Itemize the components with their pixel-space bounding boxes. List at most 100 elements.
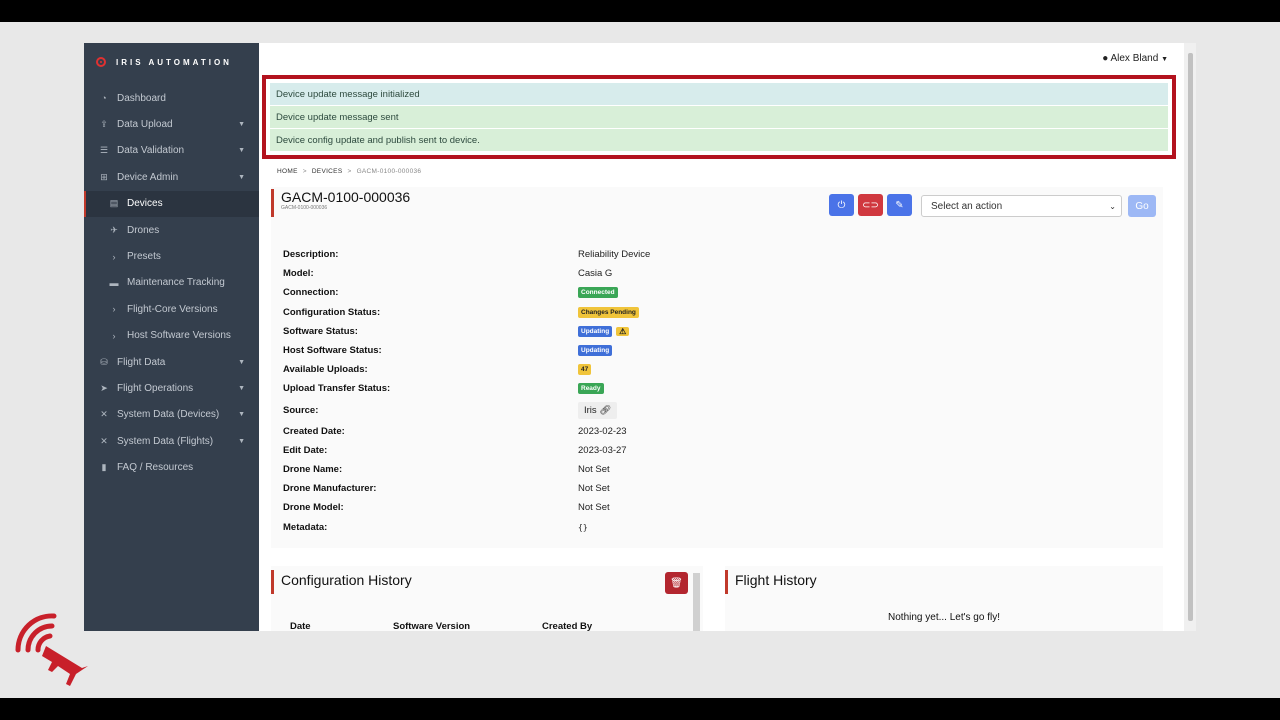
tools-icon: ✕ <box>100 409 108 420</box>
sidebar-item-host-software-versions[interactable]: › Host Software Versions <box>84 323 259 349</box>
edit-button[interactable]: ✎ <box>887 194 912 216</box>
available-uploads-badge: 47 <box>578 364 592 376</box>
sidebar-item-dashboard[interactable]: ◔ Dashboard <box>84 85 259 111</box>
property-label: Connection: <box>283 287 339 299</box>
sidebar-item-faq-resources[interactable]: ▮ FAQ / Resources <box>84 454 259 480</box>
sidebar-item-flight-data[interactable]: ⛁ Flight Data ▼ <box>84 349 259 375</box>
sidebar-item-system-data-flights[interactable]: ✕ System Data (Flights) ▼ <box>84 428 259 454</box>
link-icon: 🔗︎ <box>599 404 612 416</box>
warning-icon[interactable]: ⚠ <box>616 326 630 336</box>
sidebar: IRIS AUTOMATION ◔ Dashboard ⇪ Data Upload ▼… <box>84 43 259 631</box>
property-label: Model: <box>283 268 314 280</box>
go-button[interactable]: Go <box>1128 195 1156 217</box>
column-header-date[interactable]: Date <box>290 621 311 631</box>
main-content: ● Alex Bland ▼ Device update message ini… <box>259 43 1184 631</box>
source-link[interactable]: Iris 🔗︎ <box>578 401 618 419</box>
property-label: Description: <box>283 249 339 261</box>
flight-history-card: Flight History Nothing yet... Let's go f… <box>725 566 1163 631</box>
column-header-created-by[interactable]: Created By <box>542 621 592 631</box>
sidebar-item-label: Dashboard <box>117 92 166 104</box>
metadata-value: {} <box>578 522 588 532</box>
property-row: Drone Manufacturer: Not Set <box>283 479 1143 498</box>
column-header-software-version[interactable]: Software Version <box>393 621 470 631</box>
video-letterbox-top <box>0 0 1280 22</box>
caret-down-icon: ▼ <box>238 358 245 366</box>
caret-down-icon: ▼ <box>238 411 245 419</box>
property-label: Available Uploads: <box>283 364 368 376</box>
database-icon: ⛁ <box>100 356 108 367</box>
property-label: Software Status: <box>283 325 358 337</box>
config-history-scrollbar[interactable] <box>693 573 700 631</box>
sidebar-item-data-validation[interactable]: ☰ Data Validation ▼ <box>84 138 259 164</box>
toggle-button[interactable]: ⊂⊃ <box>858 194 883 216</box>
sidebar-item-devices[interactable]: ▤ Devices <box>84 190 259 218</box>
property-label: Configuration Status: <box>283 306 381 318</box>
sidebar-item-label: Data Validation <box>117 145 185 157</box>
user-circle-icon: ● <box>1102 53 1109 64</box>
sidebar-item-label: FAQ / Resources <box>117 462 194 474</box>
scrollbar-thumb[interactable] <box>1188 53 1193 621</box>
host-software-status-badge: Updating <box>578 345 613 357</box>
sidebar-item-maintenance-tracking[interactable]: ▬ Maintenance Tracking <box>84 270 259 296</box>
breadcrumb-home[interactable]: HOME <box>277 168 298 175</box>
property-label: Drone Manufacturer: <box>283 483 377 495</box>
sidebar-item-flight-core-versions[interactable]: › Flight-Core Versions <box>84 296 259 322</box>
sidebar-item-system-data-devices[interactable]: ✕ System Data (Devices) ▼ <box>84 402 259 428</box>
user-menu[interactable]: ● Alex Bland ▼ <box>1102 53 1168 64</box>
power-icon: ⏻ <box>837 199 846 211</box>
sidebar-item-data-upload[interactable]: ⇪ Data Upload ▼ <box>84 111 259 137</box>
sidebar-item-label: Flight-Core Versions <box>127 303 218 315</box>
property-label: Source: <box>283 404 319 416</box>
delete-button[interactable]: 🗑︎ <box>665 572 688 594</box>
sidebar-item-label: Presets <box>127 251 161 263</box>
property-label: Metadata: <box>283 521 328 533</box>
trash-icon: 🗑︎ <box>670 577 683 589</box>
property-row: Drone Model: Not Set <box>283 498 1143 517</box>
caret-down-icon: ▼ <box>238 384 245 392</box>
sidebar-item-presets[interactable]: › Presets <box>84 243 259 269</box>
breadcrumb-devices[interactable]: DEVICES <box>312 168 343 175</box>
alerts-panel: Device update message initialized Device… <box>262 75 1176 159</box>
drone-model-value: Not Set <box>578 502 610 514</box>
property-row: Host Software Status: Updating <box>283 341 1143 360</box>
page-title: GACM-0100-000036 <box>281 189 411 205</box>
sidebar-item-label: Host Software Versions <box>127 330 231 342</box>
created-date-value: 2023-02-23 <box>578 425 627 437</box>
chevron-right-icon: › <box>112 251 116 262</box>
sidebar-item-drones[interactable]: ✈ Drones <box>84 217 259 243</box>
property-row: Created Date: 2023-02-23 <box>283 422 1143 441</box>
property-label: Upload Transfer Status: <box>283 383 391 395</box>
property-label: Drone Model: <box>283 502 344 514</box>
sidebar-nav: ◔ Dashboard ⇪ Data Upload ▼ ☰ Data Validatio… <box>84 85 259 481</box>
action-select-value: Select an action <box>931 200 1003 212</box>
sidebar-item-label: Device Admin <box>117 171 179 183</box>
page-scrollbar[interactable] <box>1184 43 1196 631</box>
property-row: Model: Casia G <box>283 264 1143 283</box>
software-status-badge: Updating <box>578 325 613 337</box>
property-label: Drone Name: <box>283 463 343 475</box>
breadcrumb-current: GACM-0100-000036 <box>356 168 422 175</box>
sidebar-item-label: System Data (Flights) <box>117 435 214 447</box>
user-name: Alex Bland <box>1110 53 1159 64</box>
action-select[interactable]: Select an action ⌄ <box>921 195 1122 217</box>
wrench-icon: ▬ <box>109 277 119 288</box>
brand[interactable]: IRIS AUTOMATION <box>84 43 259 81</box>
property-row: Metadata: {} <box>283 517 1143 536</box>
device-header: GACM-0100-000036 GACM-0100-000036 <box>271 189 410 217</box>
sidebar-item-device-admin[interactable]: ⊞ Device Admin ▼ <box>84 164 259 190</box>
configuration-status-badge: Changes Pending <box>578 306 639 318</box>
sidebar-item-label: Flight Data <box>117 356 166 368</box>
sidebar-item-label: Flight Operations <box>117 382 194 394</box>
breadcrumb: HOME > DEVICES > GACM-0100-000036 <box>277 168 422 175</box>
property-row: Configuration Status: Changes Pending <box>283 303 1143 322</box>
model-value: Casia G <box>578 268 613 280</box>
property-row: Drone Name: Not Set <box>283 460 1143 479</box>
property-row: Connection: Connected <box>283 283 1143 302</box>
property-row: Source: Iris 🔗︎ <box>283 399 1143 422</box>
drone-manufacturer-value: Not Set <box>578 483 610 495</box>
server-icon: ▤ <box>109 198 119 209</box>
sidebar-item-label: System Data (Devices) <box>117 409 220 421</box>
description-value: Reliability Device <box>578 249 651 261</box>
sidebar-item-flight-operations[interactable]: ➤ Flight Operations ▼ <box>84 375 259 401</box>
power-button[interactable]: ⏻ <box>829 194 854 216</box>
